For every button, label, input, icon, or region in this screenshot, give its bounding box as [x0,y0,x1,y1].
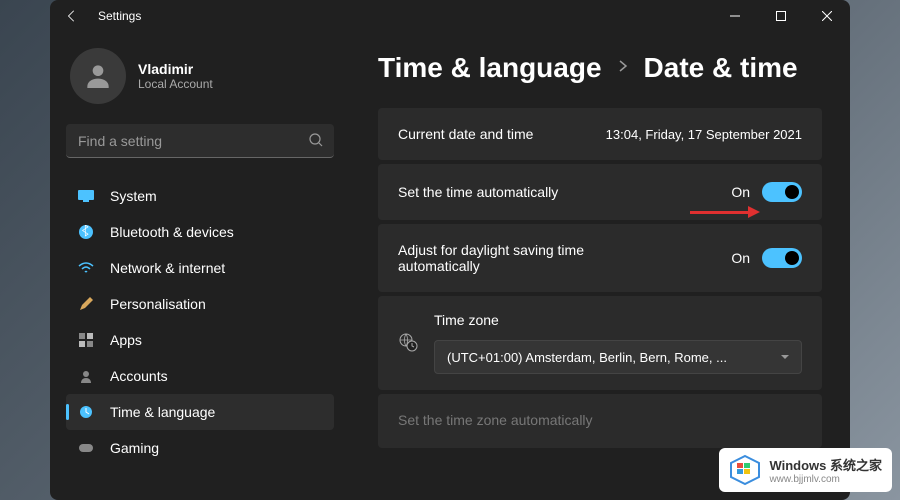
nav-label: Personalisation [110,296,206,312]
profile-name: Vladimir [138,61,213,77]
nav-item-bluetooth[interactable]: Bluetooth & devices [66,214,334,250]
titlebar: Settings [50,0,850,32]
nav-label: Accounts [110,368,168,384]
wifi-icon [78,260,94,276]
nav-item-network[interactable]: Network & internet [66,250,334,286]
minimize-button[interactable] [712,0,758,32]
dst-label: Adjust for daylight saving time automati… [398,242,658,274]
windows-logo-icon [729,454,761,486]
timezone-label: Time zone [434,312,802,328]
maximize-button[interactable] [758,0,804,32]
close-button[interactable] [804,0,850,32]
back-button[interactable] [62,6,82,26]
sidebar: Vladimir Local Account System Bluetooth … [50,32,350,500]
search-wrapper [66,124,334,158]
timezone-select[interactable]: (UTC+01:00) Amsterdam, Berlin, Bern, Rom… [434,340,802,374]
nav-label: System [110,188,157,204]
search-icon [308,132,324,153]
annotation-arrow [690,211,750,214]
dst-state: On [731,250,750,266]
breadcrumb-current: Date & time [644,52,798,84]
nav-label: Gaming [110,440,159,456]
nav-item-gaming[interactable]: Gaming [66,430,334,466]
card-dst: Adjust for daylight saving time automati… [378,224,822,292]
nav-label: Network & internet [110,260,225,276]
auto-time-toggle[interactable] [762,182,802,202]
bluetooth-icon [78,224,94,240]
nav-item-time-language[interactable]: Time & language [66,394,334,430]
auto-time-label: Set the time automatically [398,184,558,200]
watermark: Windows 系统之家 www.bjjmlv.com [719,448,892,492]
nav-item-system[interactable]: System [66,178,334,214]
profile-text: Vladimir Local Account [138,61,213,91]
time-icon [78,404,94,420]
watermark-url: www.bjjmlv.com [769,474,882,485]
nav-item-personalisation[interactable]: Personalisation [66,286,334,322]
arrow-left-icon [65,9,79,23]
nav-label: Time & language [110,404,215,420]
nav-list: System Bluetooth & devices Network & int… [66,178,334,466]
card-timezone: Time zone (UTC+01:00) Amsterdam, Berlin,… [378,296,822,390]
breadcrumb: Time & language Date & time [378,52,822,84]
system-icon [78,188,94,204]
person-icon [82,60,114,92]
settings-window: Settings Vladimir Local Account [50,0,850,500]
current-datetime-value: 13:04, Friday, 17 September 2021 [606,127,802,142]
profile-sub: Local Account [138,77,213,91]
card-auto-timezone: Set the time zone automatically [378,394,822,448]
nav-item-accounts[interactable]: Accounts [66,358,334,394]
apps-icon [78,332,94,348]
timezone-content: Time zone (UTC+01:00) Amsterdam, Berlin,… [434,312,802,374]
timezone-value: (UTC+01:00) Amsterdam, Berlin, Bern, Rom… [447,350,727,365]
nav-label: Apps [110,332,142,348]
globe-clock-icon [398,332,418,357]
nav-item-apps[interactable]: Apps [66,322,334,358]
breadcrumb-parent[interactable]: Time & language [378,52,602,84]
current-datetime-label: Current date and time [398,126,533,142]
watermark-text: Windows 系统之家 www.bjjmlv.com [769,455,882,485]
content-area: Vladimir Local Account System Bluetooth … [50,32,850,500]
gaming-icon [78,440,94,456]
auto-timezone-label: Set the time zone automatically [398,412,593,428]
maximize-icon [776,11,786,21]
window-controls [712,0,850,32]
brush-icon [78,296,94,312]
window-title: Settings [98,9,141,23]
profile-block[interactable]: Vladimir Local Account [66,48,334,104]
main-panel: Time & language Date & time Current date… [350,32,850,500]
auto-time-toggle-wrap: On [731,182,802,202]
minimize-icon [730,11,740,21]
dst-toggle-wrap: On [731,248,802,268]
nav-label: Bluetooth & devices [110,224,234,240]
auto-time-state: On [731,184,750,200]
close-icon [822,11,832,21]
avatar [70,48,126,104]
search-input[interactable] [66,124,334,158]
dst-toggle[interactable] [762,248,802,268]
chevron-right-icon [618,59,628,78]
accounts-icon [78,368,94,384]
arrow-icon [690,211,750,214]
card-current-datetime: Current date and time 13:04, Friday, 17 … [378,108,822,160]
watermark-title: Windows 系统之家 [769,455,882,474]
